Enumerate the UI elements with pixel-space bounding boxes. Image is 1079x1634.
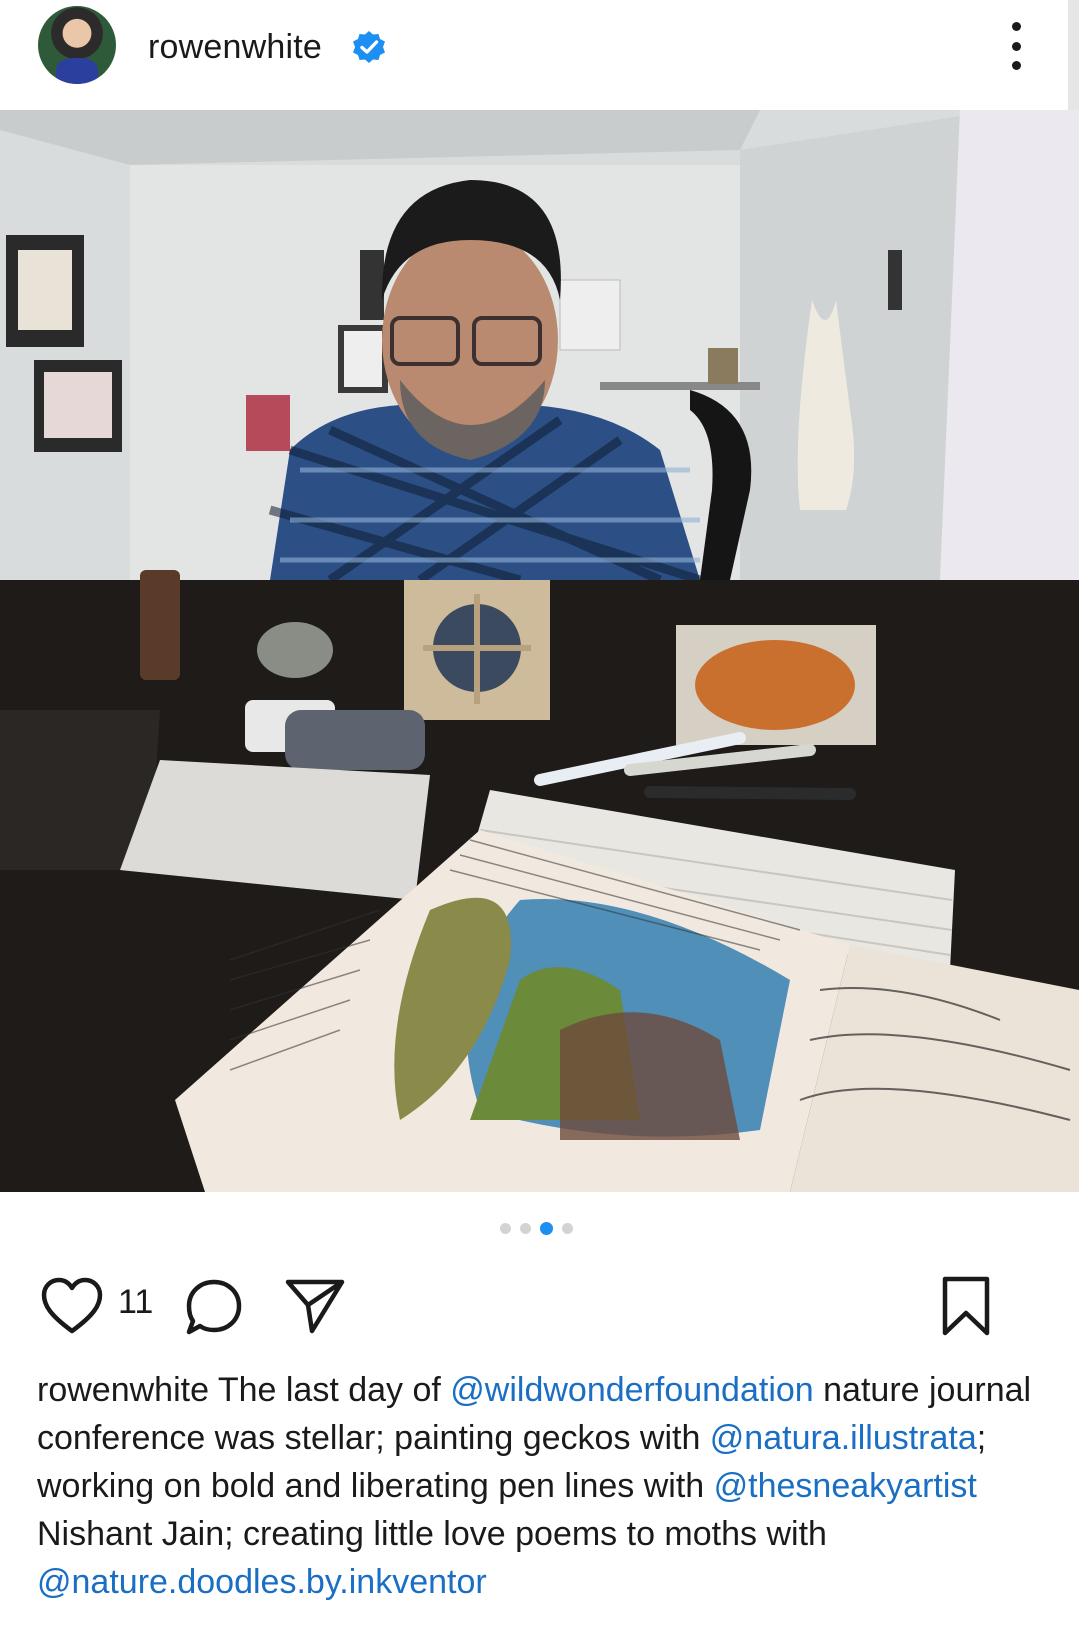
more-options-icon[interactable] bbox=[1006, 22, 1026, 70]
carousel-dot bbox=[562, 1222, 573, 1234]
like-count[interactable]: 11 bbox=[118, 1283, 153, 1322]
carousel-indicator bbox=[500, 1221, 573, 1235]
caption-username[interactable]: rowenwhite bbox=[37, 1371, 209, 1409]
carousel-dot-active bbox=[540, 1221, 553, 1235]
post-action-bar bbox=[0, 1265, 1079, 1345]
verified-badge-icon bbox=[353, 31, 385, 63]
caption-mention[interactable]: @natura.illustrata bbox=[710, 1419, 977, 1457]
caption-mention[interactable]: @nature.doodles.by.inkventor bbox=[37, 1563, 487, 1601]
caption-text: Nishant Jain; creating little love poems… bbox=[37, 1515, 827, 1553]
carousel-dot bbox=[500, 1222, 511, 1234]
send-icon[interactable] bbox=[284, 1277, 346, 1335]
post-caption: rowenwhite The last day of @wildwonderfo… bbox=[37, 1366, 1047, 1606]
scrollbar[interactable] bbox=[1068, 0, 1079, 110]
post-image[interactable] bbox=[0, 110, 1079, 1192]
profile-avatar[interactable] bbox=[38, 6, 116, 84]
post-header: rowenwhite bbox=[0, 0, 1079, 110]
carousel-dot bbox=[520, 1222, 531, 1234]
caption-text: The last day of bbox=[208, 1371, 451, 1409]
caption-mention[interactable]: @thesneakyartist bbox=[714, 1467, 977, 1505]
caption-mention[interactable]: @wildwonderfoundation bbox=[450, 1371, 813, 1409]
heart-icon[interactable] bbox=[40, 1277, 104, 1335]
bookmark-icon[interactable] bbox=[940, 1275, 992, 1337]
post-author-username[interactable]: rowenwhite bbox=[148, 28, 322, 67]
post-photo-illustration bbox=[0, 110, 1079, 1192]
comment-icon[interactable] bbox=[184, 1277, 244, 1337]
